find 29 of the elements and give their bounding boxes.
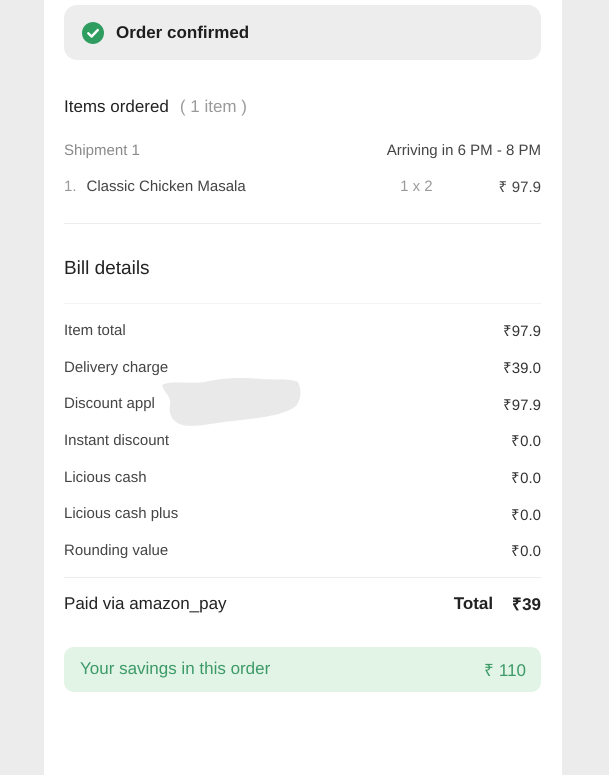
item-price: ₹ 97.9 (498, 178, 541, 196)
total-amount: ₹39 (512, 594, 541, 616)
bill-label: Licious cash (64, 468, 147, 486)
savings-amount: ₹ 110 (484, 660, 526, 681)
bill-label: Delivery charge (64, 358, 168, 376)
bill-amount: ₹0.0 (511, 469, 541, 488)
item-count: ( 1 item ) (180, 97, 247, 117)
section-title: Items ordered (64, 97, 169, 117)
bill-label: Rounding value (64, 542, 168, 559)
bill-label: Item total (64, 322, 126, 339)
item-quantity: 1 x 2 (400, 178, 433, 194)
payment-method: Paid via amazon_pay (64, 594, 227, 614)
status-text: Order confirmed (116, 22, 250, 42)
shipment-label: Shipment 1 (64, 142, 140, 158)
arrival-time: Arriving in 6 PM - 8 PM (386, 142, 541, 158)
bill-label: Licious cash plus (64, 505, 178, 522)
savings-label: Your savings in this order (80, 659, 270, 680)
section-title: Bill details (64, 258, 150, 280)
item-name: Classic Chicken Masala (86, 178, 246, 194)
bill-amount: ₹97.9 (502, 396, 541, 414)
bill-amount: ₹0.0 (511, 506, 541, 524)
bill-amount: ₹0.0 (511, 432, 541, 450)
bill-amount: ₹0.0 (511, 542, 541, 560)
total-label: Total (454, 594, 494, 614)
bill-amount: ₹97.9 (502, 322, 541, 340)
bill-amount: ₹39.0 (502, 359, 541, 378)
bill-label: Instant discount (64, 432, 170, 449)
item-number: 1. (64, 178, 77, 194)
bill-label: Discount appl (64, 395, 155, 412)
